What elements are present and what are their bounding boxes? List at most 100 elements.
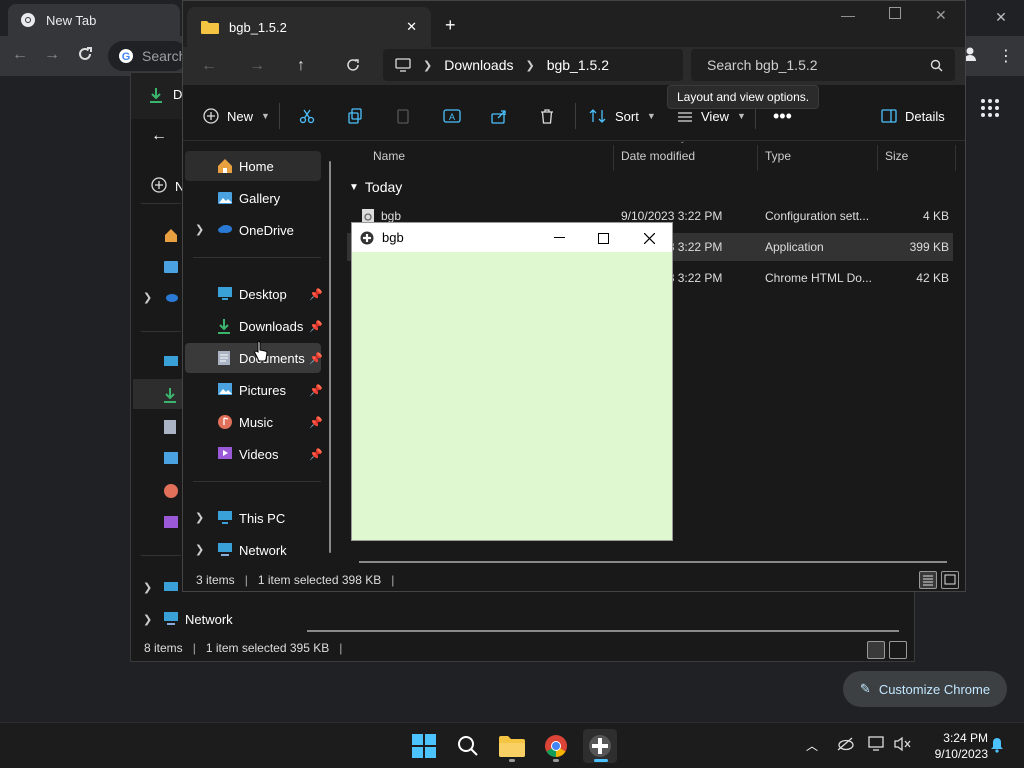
bgb-emulator-window[interactable]: bgb [351,222,673,541]
sidebar-item-downloads[interactable]: Downloads 📌 [185,311,323,341]
details-pane-button[interactable]: Details [881,103,945,129]
nav-scrollbar[interactable] [329,161,331,553]
column-separator[interactable] [613,145,614,171]
sidebar-item-network-label[interactable]: Network [185,612,233,627]
sidebar-item-gallery[interactable]: Gallery [185,183,321,213]
google-apps-button[interactable] [980,98,1000,118]
share-button[interactable] [491,103,507,129]
forward-button[interactable]: → [249,57,265,75]
chrome-taskbar-button[interactable] [539,729,573,763]
pictures-icon[interactable] [163,451,183,471]
desktop-icon[interactable] [163,355,183,375]
chevron-right-icon[interactable]: ❯ [195,223,204,236]
explorer-back-new-button[interactable] [151,177,167,193]
new-tab-button[interactable]: + [445,15,456,36]
column-header-size[interactable]: Size [885,149,908,171]
chevron-down-icon: ▼ [261,111,270,121]
home-icon[interactable] [163,227,183,247]
horizontal-scrollbar[interactable] [307,630,899,632]
sidebar-item-music[interactable]: Music 📌 [185,407,323,437]
bgb-taskbar-button[interactable] [583,729,617,763]
sidebar-item-desktop[interactable]: Desktop 📌 [185,279,323,309]
explorer-tab-bgb[interactable]: bgb_1.5.2 ✕ [187,7,431,47]
chevron-right-icon[interactable]: ❯ [143,581,152,594]
column-separator[interactable] [757,145,758,171]
tiles-view-toggle[interactable] [941,571,959,589]
minimize-button[interactable]: — [841,7,855,23]
column-header-type[interactable]: Type [765,149,791,171]
file-explorer-taskbar-button[interactable] [495,729,529,763]
address-bar[interactable]: ❯ Downloads ❯ bgb_1.5.2 [383,49,683,81]
mouse-pointer-icon [254,340,268,362]
onedrive-tray-icon[interactable] [836,737,854,751]
cloud-icon[interactable] [163,291,183,311]
column-separator[interactable] [955,145,956,171]
sidebar-item-network[interactable]: ❯ Network [185,535,321,565]
group-header-today[interactable]: ▼ Today [349,179,402,195]
document-icon[interactable] [163,419,183,439]
chrome-close-button[interactable]: ✕ [986,6,1016,28]
bgb-close-button[interactable] [634,227,664,249]
copy-button[interactable] [347,103,363,129]
column-header-date[interactable]: Date modified [621,149,695,171]
chrome-forward-button[interactable]: → [44,46,60,64]
search-button[interactable] [451,729,485,763]
details-view-toggle[interactable] [867,641,885,659]
chevron-right-icon[interactable]: ❯ [195,543,204,556]
up-button[interactable]: ↑ [297,57,305,75]
breadcrumb-downloads[interactable]: Downloads [444,57,513,73]
show-hidden-icons-button[interactable]: ︿ [806,737,818,754]
maximize-button[interactable] [889,7,901,19]
tiles-view-toggle[interactable] [889,641,907,659]
paste-button[interactable] [395,103,411,129]
bgb-screen[interactable] [352,252,672,540]
back-button[interactable]: ← [201,57,217,75]
this-pc-icon[interactable] [163,581,183,601]
volume-muted-tray-icon[interactable] [894,736,912,752]
column-header-name[interactable]: Name [373,149,405,171]
start-button[interactable] [407,729,441,763]
bgb-minimize-button[interactable] [544,227,574,249]
bgb-maximize-button[interactable] [588,227,618,249]
system-clock[interactable]: 3:24 PM 9/10/2023 [918,730,988,762]
search-box[interactable]: Search bgb_1.5.2 [691,49,955,81]
network-icon[interactable] [163,611,183,631]
breadcrumb-bgb[interactable]: bgb_1.5.2 [547,57,609,73]
column-separator[interactable] [877,145,878,171]
home-icon [217,158,233,174]
customize-chrome-button[interactable]: ✎ Customize Chrome [843,671,1007,707]
new-button[interactable]: New ▼ [203,103,270,129]
rename-button[interactable]: A [443,103,461,129]
network-tray-icon[interactable] [868,736,886,752]
chrome-menu-button[interactable]: ⋮ [998,46,1014,66]
chevron-right-icon[interactable]: ❯ [143,291,152,304]
sort-button[interactable]: Sort ▼ [589,103,656,129]
notification-bell-icon[interactable] [990,737,1004,753]
sidebar-item-home[interactable]: Home [185,151,321,181]
chevron-right-icon[interactable]: ❯ [143,613,152,626]
videos-icon[interactable] [163,515,183,535]
sidebar-item-videos[interactable]: Videos 📌 [185,439,323,469]
chrome-back-button[interactable]: ← [12,46,28,64]
sidebar-item-this-pc[interactable]: ❯ This PC [185,503,321,533]
gallery-icon[interactable] [163,259,183,279]
chrome-reload-button[interactable] [76,45,94,63]
sidebar-item-documents[interactable]: Documents 📌 [185,343,323,373]
gallery-icon [217,190,233,206]
delete-button[interactable] [539,103,555,129]
cut-button[interactable] [299,103,315,129]
chrome-omnibox[interactable]: G Search [108,41,188,71]
sidebar-item-onedrive[interactable]: ❯ OneDrive [185,215,321,245]
share-icon [491,108,507,124]
sidebar-item-pictures[interactable]: Pictures 📌 [185,375,323,405]
details-view-toggle[interactable] [919,571,937,589]
explorer-back-back-button[interactable]: ← [151,127,167,145]
refresh-button[interactable] [345,57,361,73]
tab-close-icon[interactable]: ✕ [406,19,417,35]
horizontal-scrollbar[interactable] [359,561,947,563]
close-button[interactable]: ✕ [935,7,947,24]
chevron-right-icon[interactable]: ❯ [195,511,204,524]
chrome-tab-new-tab[interactable]: New Tab [8,4,180,36]
music-icon[interactable] [163,483,183,503]
bgb-titlebar[interactable]: bgb [352,223,672,252]
